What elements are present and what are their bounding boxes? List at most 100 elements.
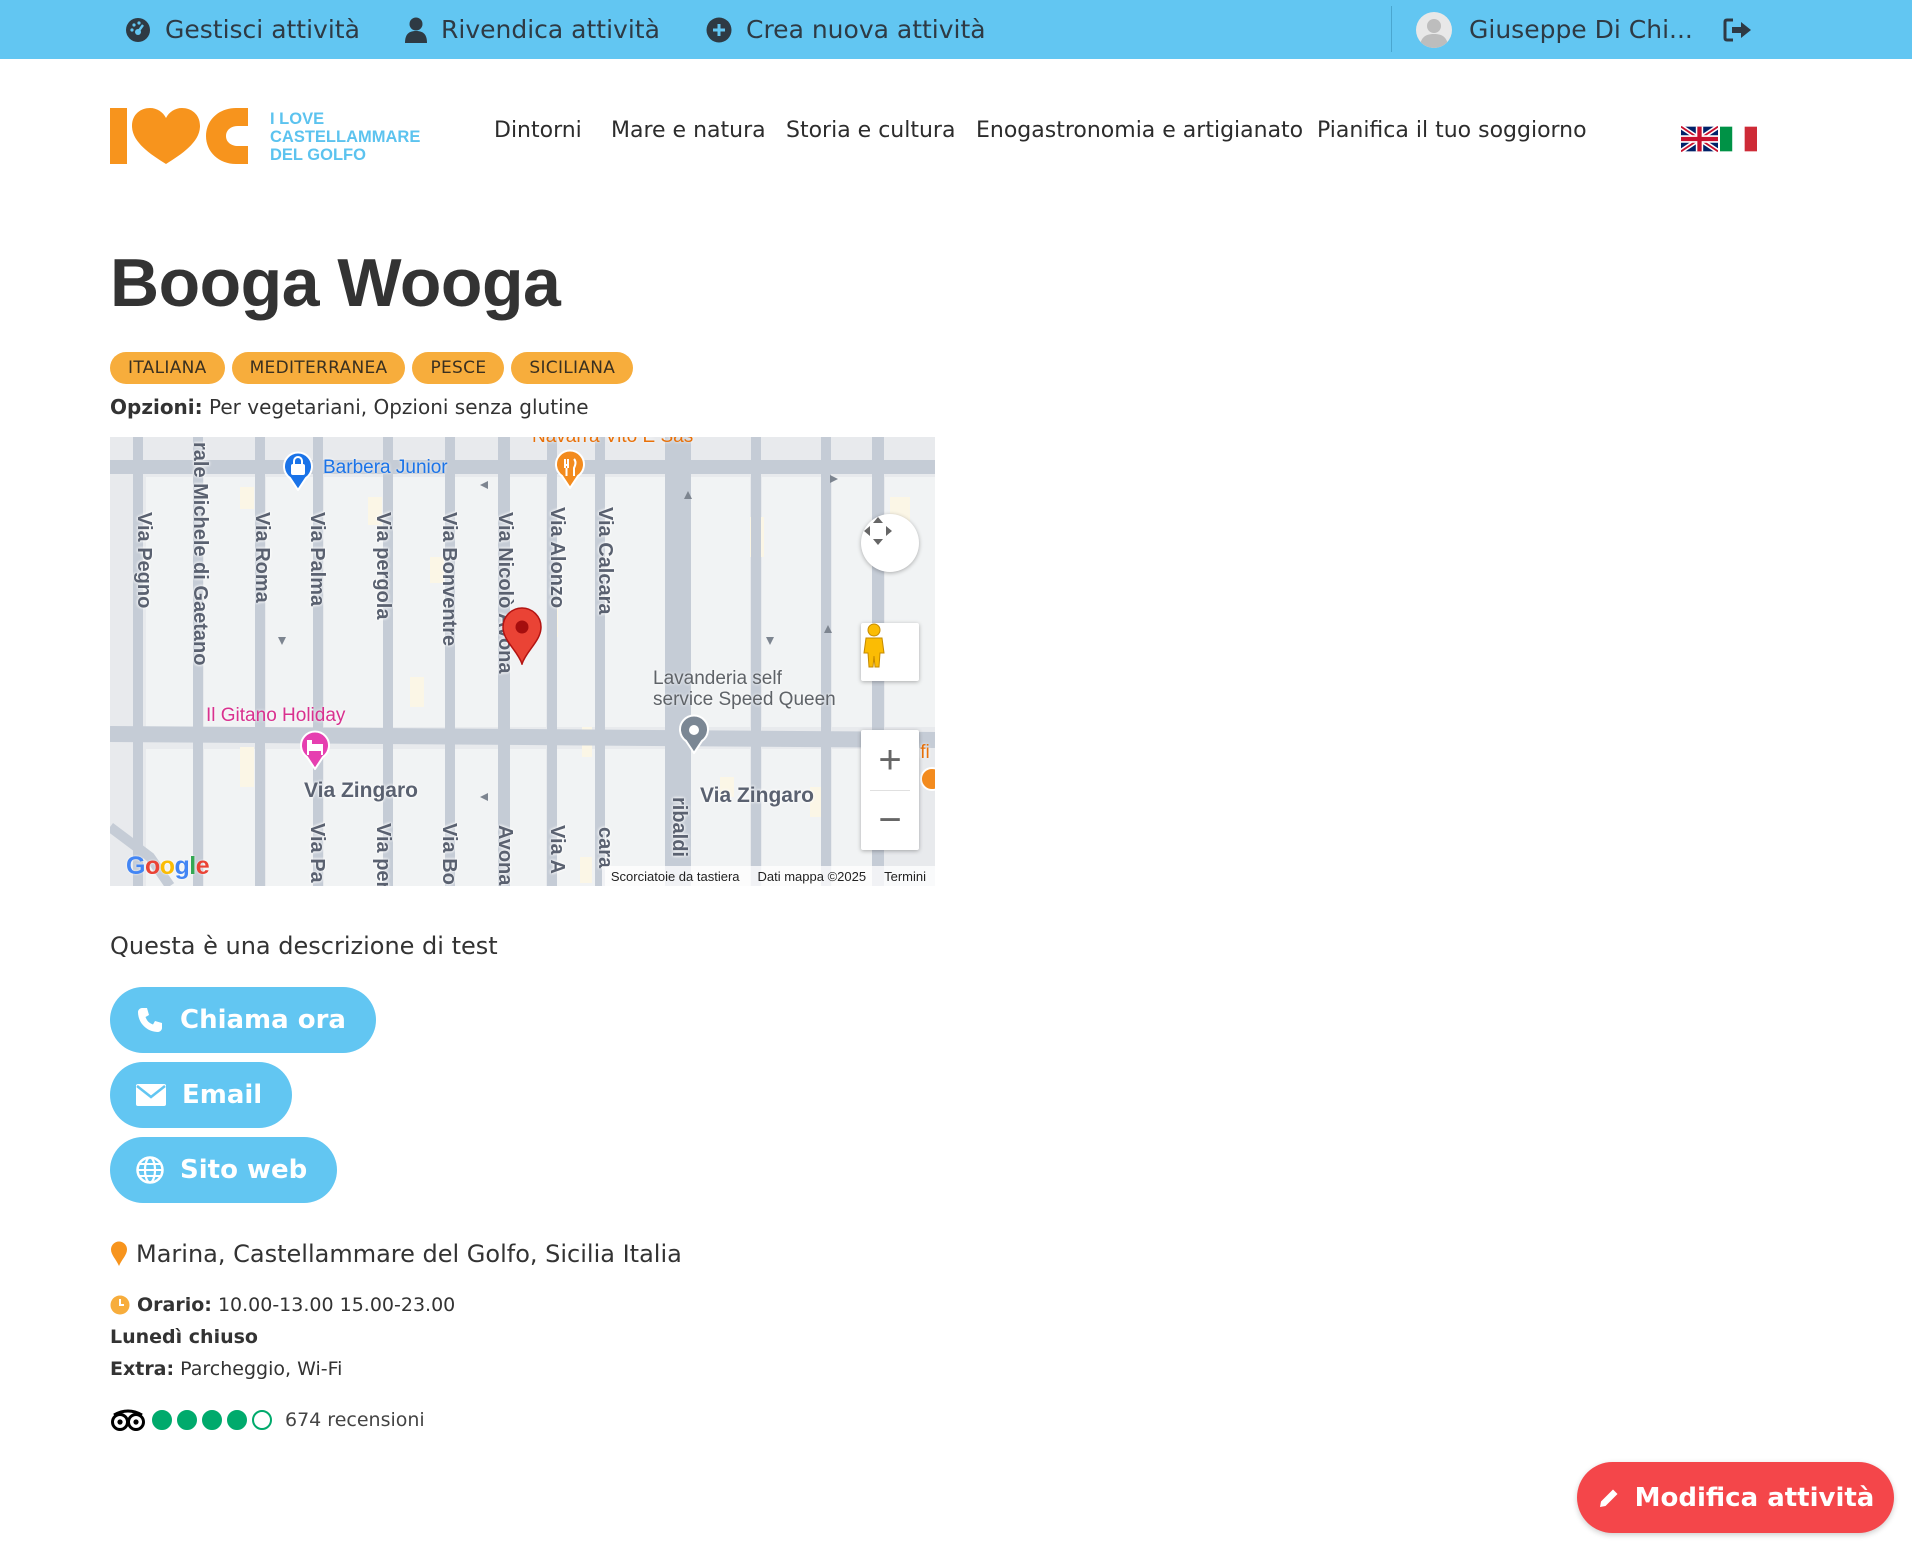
- street-label-palma: Via Palma: [306, 512, 328, 607]
- logout-button[interactable]: [1723, 0, 1767, 59]
- options-line: Opzioni: Per vegetariani, Opzioni senza …: [110, 395, 589, 419]
- hours-line: Orario: 10.00-13.00 15.00-23.00: [110, 1294, 455, 1316]
- street-view-pegman[interactable]: [861, 623, 919, 681]
- restaurant-pin-edge-icon[interactable]: [920, 767, 935, 797]
- street-label-bonventre: Via Bonventre: [438, 512, 460, 647]
- street-label-alonzo: Via Alonzo: [546, 507, 568, 609]
- extra-label: Extra:: [110, 1358, 175, 1380]
- rating-bubbles: [152, 1410, 277, 1430]
- nav-item-dintorni[interactable]: Dintorni: [494, 118, 582, 143]
- closed-day-text: Lunedì chiuso: [110, 1326, 258, 1348]
- options-label: Opzioni:: [110, 395, 203, 419]
- tag-italiana[interactable]: ITALIANA: [110, 352, 225, 384]
- sign-out-icon: [1723, 18, 1751, 41]
- tag-mediterranea[interactable]: MEDITERRANEA: [231, 352, 406, 384]
- terms-link[interactable]: Termini: [875, 869, 935, 884]
- map-data-credit: Dati mappa ©2025: [757, 868, 867, 884]
- google-map[interactable]: Via Pegno rale Michele di Gaetano Via Ro…: [110, 437, 935, 886]
- map-camera-control[interactable]: [861, 514, 919, 572]
- hotel-pin-icon[interactable]: [299, 730, 331, 770]
- uk-flag-icon[interactable]: [1681, 125, 1718, 153]
- poi-label-gitano[interactable]: Il Gitano Holiday: [206, 705, 345, 727]
- clock-icon: [110, 1295, 130, 1315]
- address-text: Marina, Castellammare del Golfo, Sicilia…: [136, 1240, 682, 1268]
- generic-pin-icon[interactable]: [678, 714, 710, 754]
- street-label-bottom-bonventre: Via Bo: [438, 823, 460, 885]
- street-label-pergola: Via pergola: [372, 512, 394, 620]
- logo-line-1: I LOVE: [270, 110, 325, 128]
- poi-label-lavanderia-2[interactable]: service Speed Queen: [653, 689, 836, 710]
- nav-item-pianifica[interactable]: Pianifica il tuo soggiorno: [1317, 118, 1587, 143]
- tag-pesce[interactable]: PESCE: [412, 352, 505, 384]
- cuisine-tags: ITALIANA MEDITERRANEA PESCE SICILIANA: [110, 352, 634, 384]
- zoom-control: + −: [861, 730, 919, 850]
- zoom-out-button[interactable]: −: [861, 791, 919, 850]
- business-address: Marina, Castellammare del Golfo, Sicilia…: [110, 1240, 682, 1268]
- rating-bubble: [177, 1410, 197, 1430]
- extra-line: Extra: Parcheggio, Wi-Fi: [110, 1358, 342, 1380]
- website-button[interactable]: Sito web: [110, 1137, 338, 1203]
- restaurant-pin-icon[interactable]: [554, 449, 586, 489]
- manage-activity-link[interactable]: Gestisci attività: [125, 0, 360, 59]
- street-label-roma: Via Roma: [251, 512, 273, 603]
- street-label-bottom-palma: Via Pa: [306, 823, 328, 883]
- shopping-pin-icon[interactable]: [282, 451, 314, 491]
- globe-icon: [136, 1156, 164, 1184]
- claim-activity-label: Rivendica attività: [441, 15, 660, 44]
- street-label-bottom-calcara: cara: [594, 827, 616, 869]
- topbar-divider: [1391, 6, 1392, 52]
- claim-activity-link[interactable]: Rivendica attività: [405, 0, 660, 59]
- envelope-icon: [136, 1084, 166, 1106]
- google-logo[interactable]: Google: [126, 852, 210, 881]
- logo-line-3: DEL GOLFO: [270, 146, 366, 164]
- street-label-zingaro-1: Via Zingaro: [304, 779, 418, 802]
- street-label-zingaro-2: Via Zingaro: [700, 784, 814, 807]
- rating-bubble: [252, 1410, 272, 1430]
- plus-circle-icon: [706, 17, 732, 42]
- dashboard-icon: [126, 17, 150, 42]
- street-label-bottom-pergola: Via per: [372, 823, 394, 886]
- rating-bubble: [227, 1410, 247, 1430]
- edit-activity-button[interactable]: Modifica attività: [1577, 1462, 1894, 1533]
- nav-item-mare-natura[interactable]: Mare e natura: [611, 118, 766, 143]
- user-name: Giuseppe Di Chi...: [1469, 15, 1693, 44]
- nav-item-enogastronomia[interactable]: Enogastronomia e artigianato: [976, 118, 1303, 143]
- create-activity-link[interactable]: Crea nuova attività: [706, 0, 986, 59]
- keyboard-shortcuts-link[interactable]: Scorciatoie da tastiera: [602, 869, 749, 884]
- street-label-calcara: Via Calcara: [594, 507, 616, 615]
- language-switcher: [1681, 125, 1757, 153]
- rating-bubble: [152, 1410, 172, 1430]
- street-label-bottom-alonzo: Via A: [546, 825, 568, 874]
- options-value: Per vegetariani, Opzioni senza glutine: [209, 395, 589, 419]
- page-title: Booga Wooga: [110, 245, 561, 321]
- hours-label: Orario:: [137, 1294, 212, 1316]
- manage-activity-label: Gestisci attività: [165, 15, 360, 44]
- pegman-icon: [863, 623, 885, 668]
- poi-label-lavanderia-1[interactable]: Lavanderia self: [653, 668, 782, 689]
- move-arrows-icon: [864, 517, 892, 545]
- pencil-icon: [1599, 1489, 1618, 1507]
- poi-label-barbera[interactable]: Barbera Junior: [323, 457, 448, 479]
- tag-siciliana[interactable]: SICILIANA: [511, 352, 634, 384]
- street-label-garibaldi: ribaldi: [668, 797, 690, 858]
- map-footer: Scorciatoie da tastiera Dati mappa ©2025…: [601, 866, 935, 886]
- location-marker-icon[interactable]: [501, 607, 543, 665]
- hours-value: 10.00-13.00 15.00-23.00: [217, 1294, 456, 1316]
- map-pin-icon: [111, 1241, 127, 1266]
- poi-label-navarra[interactable]: Navarra Vito E Sas: [532, 437, 693, 447]
- italy-flag-icon[interactable]: [1720, 125, 1757, 153]
- zoom-in-button[interactable]: +: [861, 731, 919, 790]
- email-button[interactable]: Email: [110, 1062, 293, 1128]
- review-count: 674 recensioni: [285, 1409, 425, 1431]
- extra-value: Parcheggio, Wi-Fi: [180, 1358, 343, 1380]
- call-now-button[interactable]: Chiama ora: [110, 987, 376, 1053]
- user-menu[interactable]: Giuseppe Di Chi...: [1416, 0, 1693, 59]
- nav-item-storia-cultura[interactable]: Storia e cultura: [786, 118, 955, 143]
- street-label-gaetano: rale Michele di Gaetano: [189, 442, 211, 666]
- phone-icon: [138, 1008, 162, 1032]
- logo-text: I LOVE CASTELLAMMARE DEL GOLFO: [270, 110, 420, 164]
- tripadvisor-rating[interactable]: 674 recensioni: [110, 1409, 425, 1431]
- closed-day: Lunedì chiuso: [110, 1326, 258, 1348]
- edit-activity-label: Modifica attività: [1634, 1482, 1875, 1513]
- street-label-bottom-avona: Avona: [494, 825, 516, 886]
